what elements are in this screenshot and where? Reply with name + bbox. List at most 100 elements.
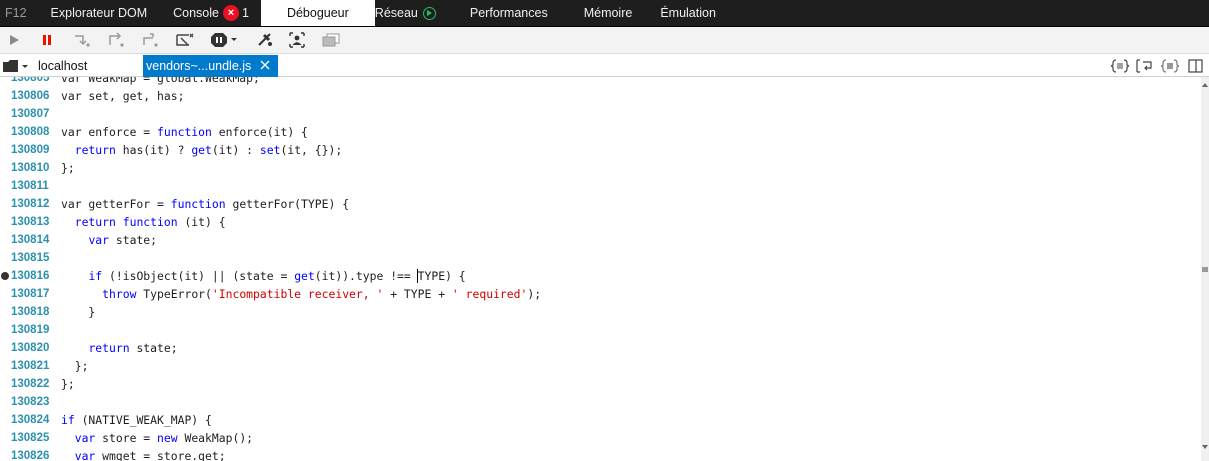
code-line[interactable]: 130820 return state; <box>0 339 1201 357</box>
tab-dom-explorer[interactable]: Explorateur DOM <box>35 0 162 26</box>
code-token: (NATIVE_WEAK_MAP) { <box>74 413 212 427</box>
step-out-button[interactable] <box>140 31 162 49</box>
code-text: return state; <box>61 339 177 357</box>
line-number[interactable]: 130823 <box>11 393 56 411</box>
file-tab-label: vendors~...undle.js <box>146 59 252 73</box>
tab-memory[interactable]: Mémoire <box>576 0 661 26</box>
line-number[interactable]: 130817 <box>11 285 56 303</box>
toggle-panel-icon[interactable] <box>1187 58 1205 74</box>
code-keyword: var <box>74 431 96 445</box>
line-number[interactable]: 130825 <box>11 429 56 447</box>
tab-active-file[interactable]: vendors~...undle.js <box>143 55 278 77</box>
code-keyword: var <box>88 233 110 247</box>
line-number[interactable]: 130805 <box>11 77 56 87</box>
line-number[interactable]: 130815 <box>11 249 56 267</box>
code-text: var set, get, has; <box>61 87 184 105</box>
tab-emulation[interactable]: Émulation <box>660 0 728 26</box>
line-number[interactable]: 130812 <box>11 195 56 213</box>
tab-debugger[interactable]: Débogueur <box>260 0 375 26</box>
code-token: WeakMap(); <box>177 431 254 445</box>
code-line[interactable]: 130821 }; <box>0 357 1201 375</box>
code-line[interactable]: 130809 return has(it) ? get(it) : set(it… <box>0 141 1201 159</box>
break-button[interactable] <box>36 31 58 49</box>
code-token: store = <box>95 431 158 445</box>
code-text: throw TypeError('Incompatible receiver, … <box>61 285 541 303</box>
tab-network[interactable]: Réseau <box>375 0 448 26</box>
continue-button[interactable] <box>3 31 25 49</box>
code-token: has(it) ? <box>115 143 192 157</box>
code-text: } <box>61 303 95 321</box>
tab-console[interactable]: Console × 1 <box>161 0 261 26</box>
code-line[interactable]: 130826 var wmget = store.get; <box>0 447 1201 461</box>
folder-icon[interactable] <box>2 59 28 73</box>
close-icon[interactable] <box>258 58 272 72</box>
code-keyword: return function <box>74 215 178 229</box>
word-wrap-icon[interactable] <box>1136 58 1154 74</box>
code-line[interactable]: 130822}; <box>0 375 1201 393</box>
code-token: state; <box>109 233 158 247</box>
code-line[interactable]: 130811 <box>0 177 1201 195</box>
line-number[interactable]: 130826 <box>11 447 56 461</box>
tab-performance[interactable]: Performances <box>448 0 576 26</box>
code-line[interactable]: 130824 if (NATIVE_WEAK_MAP) { <box>0 411 1201 429</box>
code-line[interactable]: 130823 <box>0 393 1201 411</box>
devtools-pin-button[interactable] <box>320 31 342 49</box>
line-number[interactable]: 130807 <box>11 105 56 123</box>
code-string: ' required' <box>451 287 528 301</box>
tab-label: Mémoire <box>583 6 633 20</box>
code-line[interactable]: 130808 var enforce = function enforce(it)… <box>0 123 1201 141</box>
code-line[interactable]: 130807 <box>0 105 1201 123</box>
code-line[interactable]: 130813 return function (it) { <box>0 213 1201 231</box>
break-on-new-worker-button[interactable] <box>174 31 196 49</box>
breadcrumb-root[interactable]: localhost <box>38 59 87 73</box>
code-line[interactable]: 130810}; <box>0 159 1201 177</box>
code-line[interactable]: 130815 <box>0 249 1201 267</box>
scroll-down-icon[interactable] <box>1201 442 1209 452</box>
code-text: return has(it) ? get(it) : set(it, {}); <box>61 141 343 159</box>
code-line[interactable]: 130812 var getterFor = function getterFor… <box>0 195 1201 213</box>
scroll-up-icon[interactable] <box>1201 80 1209 90</box>
line-number[interactable]: 130820 <box>11 339 56 357</box>
code-text: }; <box>61 357 89 375</box>
code-line[interactable]: 130816 if (!isObject(it) || (state = get… <box>0 267 1201 285</box>
code-line[interactable]: 130805 var WeakMap = global.WeakMap; <box>0 77 1201 87</box>
pretty-print-icon[interactable] <box>1111 58 1129 74</box>
code-line[interactable]: 130806 var set, get, has; <box>0 87 1201 105</box>
line-number[interactable]: 130824 <box>11 411 56 429</box>
code-editor[interactable]: 130805 var WeakMap = global.WeakMap; 13080… <box>0 77 1201 461</box>
tab-label: Débogueur <box>286 6 349 20</box>
line-number[interactable]: 130813 <box>11 213 56 231</box>
line-number[interactable]: 130810 <box>11 159 56 177</box>
line-number[interactable]: 130819 <box>11 321 56 339</box>
code-token: var enforce = <box>61 125 158 139</box>
exception-behavior-button[interactable] <box>210 31 240 49</box>
code-line[interactable]: 130818 } <box>0 303 1201 321</box>
code-line[interactable]: 130817 throw TypeError('Incompatible rec… <box>0 285 1201 303</box>
step-into-button[interactable] <box>72 31 94 49</box>
code-line[interactable]: 130825 var store = new WeakMap(); <box>0 429 1201 447</box>
code-token: (it) : <box>211 143 260 157</box>
code-keyword: new <box>157 431 178 445</box>
line-number[interactable]: 130816 <box>11 267 56 285</box>
code-token: ); <box>527 287 542 301</box>
line-number[interactable]: 130809 <box>11 141 56 159</box>
line-number[interactable]: 130822 <box>11 375 56 393</box>
line-number[interactable]: 130806 <box>11 87 56 105</box>
vertical-scrollbar[interactable] <box>1201 77 1209 461</box>
line-number[interactable]: 130818 <box>11 303 56 321</box>
line-number[interactable]: 130821 <box>11 357 56 375</box>
code-keyword: set <box>259 143 281 157</box>
just-my-code-button[interactable] <box>286 31 308 49</box>
code-line[interactable]: 130814 var state; <box>0 231 1201 249</box>
disable-breakpoints-button[interactable] <box>254 31 276 49</box>
code-line[interactable]: 130819 <box>0 321 1201 339</box>
line-number[interactable]: 130808 <box>11 123 56 141</box>
code-text: }; <box>61 375 75 393</box>
source-map-icon[interactable] <box>1161 58 1179 74</box>
line-number[interactable]: 130814 <box>11 231 56 249</box>
tab-label: Réseau <box>374 6 418 20</box>
step-out-icon <box>143 33 158 47</box>
line-number[interactable]: 130811 <box>11 177 56 195</box>
step-over-button[interactable] <box>106 31 128 49</box>
